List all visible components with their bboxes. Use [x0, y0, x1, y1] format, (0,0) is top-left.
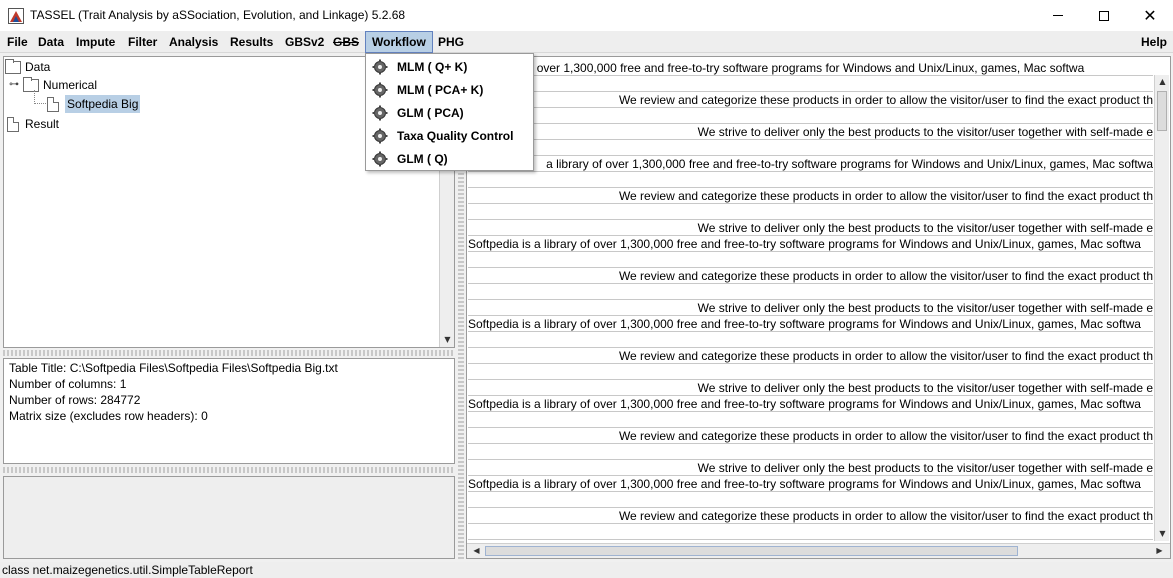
workflow-item-glm-pca[interactable]: GLM ( PCA)	[372, 103, 464, 123]
info-columns: Number of columns: 1	[9, 377, 127, 391]
workflow-item-mlm-qk-label: MLM ( Q+ K)	[397, 60, 468, 74]
table-horizontal-scrollbar[interactable]: ◀ ▶	[467, 543, 1170, 558]
workflow-item-glm-q[interactable]: GLM ( Q)	[372, 149, 448, 169]
table-row: We review and categorize these products …	[468, 428, 1153, 444]
file-icon	[47, 96, 59, 112]
info-table-title: Table Title: C:\Softpedia Files\Softpedi…	[9, 361, 338, 375]
gear-icon	[372, 128, 388, 144]
table-row: We review and categorize these products …	[468, 92, 1153, 108]
table-row	[468, 524, 1153, 540]
horizontal-scroll-thumb[interactable]	[485, 546, 1018, 556]
table-row: Softpedia is a library of over 1,300,000…	[468, 476, 1153, 492]
tree-node-softpedia-big[interactable]: Softpedia Big	[47, 95, 141, 113]
tree-node-data[interactable]: Data	[5, 58, 50, 76]
close-button[interactable]: ✕	[1127, 0, 1173, 31]
menu-phg[interactable]: PHG	[432, 31, 470, 53]
workflow-item-glm-pca-label: GLM ( PCA)	[397, 106, 464, 120]
menu-help[interactable]: Help	[1135, 31, 1173, 53]
menu-data[interactable]: Data	[32, 31, 70, 53]
menu-analysis[interactable]: Analysis	[163, 31, 224, 53]
table-row: We strive to deliver only the best produ…	[468, 220, 1153, 236]
tree-toggle-icon[interactable]: ⊶	[9, 76, 19, 94]
table-row: Softpedia is a library of over 1,300,000…	[468, 396, 1153, 412]
table-row: a library of over 1,300,000 free and fre…	[468, 156, 1153, 172]
workflow-item-glm-q-label: GLM ( Q)	[397, 152, 448, 166]
scroll-down-arrow-icon[interactable]: ▼	[440, 333, 455, 347]
tree-node-result[interactable]: Result	[7, 115, 59, 133]
menu-file[interactable]: File	[1, 31, 34, 53]
menu-gbsv2[interactable]: GBSv2	[279, 31, 330, 53]
menu-gbs[interactable]: GBS	[327, 31, 365, 53]
splitter-handle[interactable]	[3, 350, 455, 356]
workflow-item-mlm-qk[interactable]: MLM ( Q+ K)	[372, 57, 467, 77]
table-row: We strive to deliver only the best produ…	[468, 300, 1153, 316]
gear-icon	[372, 105, 388, 121]
scroll-left-arrow-icon[interactable]: ◀	[469, 544, 484, 558]
window-title: TASSEL (Trait Analysis by aSSociation, E…	[30, 8, 406, 22]
menu-results[interactable]: Results	[224, 31, 279, 53]
info-panel: Table Title: C:\Softpedia Files\Softpedi…	[3, 358, 455, 464]
folder-icon	[5, 58, 21, 74]
gear-icon	[372, 151, 388, 167]
tassel-app-icon	[8, 8, 24, 24]
scroll-up-arrow-icon[interactable]: ▲	[1155, 75, 1170, 89]
splitter-handle[interactable]	[3, 467, 455, 473]
vertical-scroll-thumb[interactable]	[1157, 91, 1167, 131]
empty-panel	[3, 476, 455, 559]
tree-node-data-label: Data	[25, 60, 51, 74]
scroll-right-arrow-icon[interactable]: ▶	[1152, 544, 1167, 558]
table-row	[468, 492, 1153, 508]
table-panel: s a library of over 1,300,000 free and f…	[466, 56, 1171, 559]
table-row	[468, 332, 1153, 348]
workflow-item-taxa-quality-control[interactable]: Taxa Quality Control	[372, 126, 513, 146]
maximize-button[interactable]	[1081, 0, 1127, 31]
scroll-down-arrow-icon[interactable]: ▼	[1155, 527, 1170, 541]
table-row: We strive to deliver only the best produ…	[468, 380, 1153, 396]
table-vertical-scrollbar[interactable]: ▲ ▼	[1154, 75, 1169, 541]
workflow-item-mlm-pcak-label: MLM ( PCA+ K)	[397, 83, 484, 97]
tree-node-numerical-label: Numerical	[43, 78, 98, 92]
table-row: We review and categorize these products …	[468, 188, 1153, 204]
tree-connector	[34, 90, 35, 104]
table-row	[468, 204, 1153, 220]
menu-workflow[interactable]: Workflow	[365, 31, 433, 53]
tree-node-softpedia-big-label: Softpedia Big	[65, 95, 141, 113]
menu-bar: File Data Impute Filter Analysis Results…	[0, 31, 1173, 53]
file-icon	[7, 116, 19, 132]
table-row	[468, 444, 1153, 460]
info-rows: Number of rows: 284772	[9, 393, 141, 407]
table-row: We review and categorize these products …	[468, 348, 1153, 364]
info-matrix-size: Matrix size (excludes row headers): 0	[9, 409, 208, 423]
table-row: s a library of over 1,300,000 free and f…	[468, 60, 1153, 76]
folder-icon	[23, 76, 39, 92]
table-row	[468, 140, 1153, 156]
table-row	[468, 108, 1153, 124]
table-row	[468, 76, 1153, 92]
table-row	[468, 412, 1153, 428]
table-row: Softpedia is a library of over 1,300,000…	[468, 236, 1153, 252]
workflow-item-mlm-pcak[interactable]: MLM ( PCA+ K)	[372, 80, 483, 100]
minimize-button[interactable]	[1035, 0, 1081, 31]
tree-node-result-label: Result	[25, 117, 60, 131]
table-row: We strive to deliver only the best produ…	[468, 460, 1153, 476]
table-row	[468, 252, 1153, 268]
table-row: We review and categorize these products …	[468, 508, 1153, 524]
tree-node-numerical[interactable]: ⊶ Numerical	[9, 76, 97, 94]
tree-connector	[34, 103, 46, 104]
gear-icon	[372, 82, 388, 98]
workflow-item-taxa-quality-control-label: Taxa Quality Control	[397, 129, 514, 143]
table-row	[468, 284, 1153, 300]
title-bar: TASSEL (Trait Analysis by aSSociation, E…	[0, 0, 1173, 31]
table-row: Softpedia is a library of over 1,300,000…	[468, 316, 1153, 332]
table-row: We strive to deliver only the best produ…	[468, 124, 1153, 140]
table-row	[468, 364, 1153, 380]
menu-filter[interactable]: Filter	[122, 31, 163, 53]
status-bar: class net.maizegenetics.util.SimpleTable…	[0, 562, 1173, 578]
gear-icon	[372, 59, 388, 75]
menu-impute[interactable]: Impute	[70, 31, 121, 53]
table-row: We review and categorize these products …	[468, 268, 1153, 284]
workflow-dropdown-menu: MLM ( Q+ K) MLM ( PCA+ K) GLM ( PCA) Tax…	[365, 53, 534, 171]
table-row	[468, 172, 1153, 188]
